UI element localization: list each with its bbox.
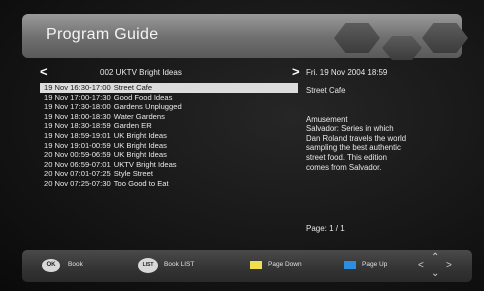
- hexagon-decoration: [422, 23, 468, 53]
- program-row[interactable]: 19 Nov 17:30-18:00 Gardens Unplugged: [40, 102, 298, 112]
- detail-description: Amusement Salvador: Series in which Dan …: [306, 114, 407, 172]
- program-time: 19 Nov 18:30-18:59: [44, 121, 111, 131]
- program-row[interactable]: 19 Nov 16:30-17:00 Street Cafe: [40, 83, 298, 93]
- program-time: 19 Nov 18:59-19:01: [44, 130, 111, 140]
- program-row[interactable]: 19 Nov 18:30-18:59 Garden ER: [40, 121, 298, 131]
- book-list-label: Book LIST: [164, 261, 195, 268]
- program-time: 19 Nov 17:00-17:30: [44, 92, 111, 102]
- program-title: Gardens Unplugged: [113, 102, 182, 112]
- page-down-label: Page Down: [268, 261, 302, 268]
- program-detail: Street Cafe Amusement Salvador: Series i…: [306, 86, 456, 172]
- program-row[interactable]: 20 Nov 07:01-07:25 Style Street: [40, 169, 298, 179]
- program-title: Too Good to Eat: [113, 178, 169, 188]
- program-row[interactable]: 19 Nov 18:59-19:01 UK Bright Ideas: [40, 131, 298, 141]
- header-bar: Program Guide: [22, 14, 468, 60]
- program-time: 19 Nov 19:01-00:59: [44, 140, 111, 150]
- next-channel-icon[interactable]: >: [292, 64, 300, 79]
- page-up-label: Page Up: [362, 261, 388, 268]
- channel-name: 002 UKTV Bright Ideas: [100, 68, 182, 77]
- program-row[interactable]: 19 Nov 19:01-00:59 UK Bright Ideas: [40, 141, 298, 151]
- page-title: Program Guide: [46, 26, 159, 43]
- channel-selector[interactable]: < 002 UKTV Bright Ideas >: [40, 64, 300, 80]
- program-title: UK Bright Ideas: [113, 130, 167, 140]
- program-time: 19 Nov 17:30-18:00: [44, 102, 111, 112]
- hexagon-decoration: [382, 36, 422, 60]
- program-time: 19 Nov 16:30-17:00: [44, 83, 111, 92]
- footer-legend: OK Book LIST Book LIST Page Down Page Up…: [22, 250, 472, 282]
- detail-title: Street Cafe: [306, 86, 346, 95]
- prev-channel-icon[interactable]: <: [40, 64, 48, 79]
- navigation-arrows-icon[interactable]: ⌃ < > ⌄: [416, 252, 456, 279]
- program-title: Garden ER: [113, 121, 152, 131]
- program-time: 20 Nov 07:25-07:30: [44, 178, 111, 188]
- program-time: 19 Nov 18:00-18:30: [44, 111, 111, 121]
- blue-key-icon[interactable]: [344, 261, 356, 269]
- program-row[interactable]: 20 Nov 07:25-07:30 Too Good to Eat: [40, 179, 298, 189]
- guide-content: < 002 UKTV Bright Ideas > Fri. 19 Nov 20…: [40, 64, 460, 248]
- program-row[interactable]: 20 Nov 06:59-07:01 UKTV Bright Ideas: [40, 160, 298, 170]
- hexagon-decoration: [334, 23, 380, 53]
- program-title: UKTV Bright Ideas: [113, 159, 177, 169]
- list-button-icon[interactable]: LIST: [138, 258, 158, 273]
- program-time: 20 Nov 00:59-06:59: [44, 150, 111, 160]
- program-time: 20 Nov 06:59-07:01: [44, 159, 111, 169]
- book-label: Book: [68, 261, 83, 268]
- program-row[interactable]: 19 Nov 18:00-18:30 Water Gardens: [40, 112, 298, 122]
- program-title: Street Cafe: [113, 83, 153, 92]
- ok-button-icon[interactable]: OK: [42, 259, 60, 272]
- program-title: UK Bright Ideas: [113, 150, 167, 160]
- current-date-time: Fri. 19 Nov 2004 18:59: [306, 68, 388, 77]
- program-row[interactable]: 19 Nov 17:00-17:30 Good Food Ideas: [40, 93, 298, 103]
- page-indicator: Page: 1 / 1: [306, 224, 345, 233]
- yellow-key-icon[interactable]: [250, 261, 262, 269]
- tv-screen: Program Guide < 002 UKTV Bright Ideas > …: [0, 0, 484, 291]
- program-title: Good Food Ideas: [113, 92, 173, 102]
- program-list[interactable]: 19 Nov 16:30-17:00 Street Cafe 19 Nov 17:0…: [40, 83, 298, 189]
- program-title: Style Street: [113, 169, 153, 179]
- program-time: 20 Nov 07:01-07:25: [44, 169, 111, 179]
- program-row[interactable]: 20 Nov 00:59-06:59 UK Bright Ideas: [40, 150, 298, 160]
- program-title: UK Bright Ideas: [113, 140, 167, 150]
- program-title: Water Gardens: [113, 111, 165, 121]
